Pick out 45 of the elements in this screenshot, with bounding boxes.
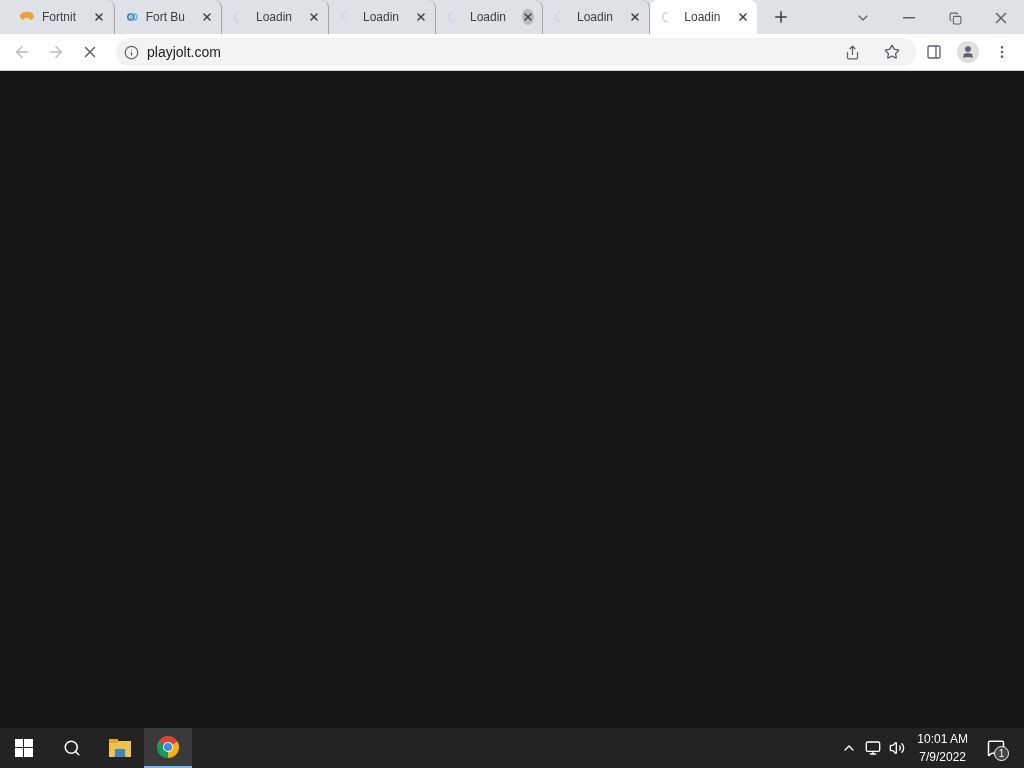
tab-title: Loadin [576,10,613,24]
tab-title: Loadin [684,10,721,24]
close-icon [629,11,641,23]
close-icon [201,11,213,23]
tab-title: Loadin [469,10,506,24]
close-icon [736,11,749,23]
close-tab-button[interactable] [522,9,534,25]
side-panel-icon [926,44,942,60]
folder-icon [109,739,131,757]
address-bar[interactable]: playjolt.com [116,38,916,66]
browser-logo [157,736,179,758]
message-icon [987,739,1005,757]
monitor-icon [865,740,882,756]
share-icon [844,44,860,60]
spinner-icon [555,10,561,24]
tab-title: Loadin [362,10,399,24]
search-icon [63,739,81,757]
minimize-icon [903,17,915,19]
clock[interactable]: 10:01 AM 7/9/2022 [909,730,976,766]
speaker-icon [889,740,906,756]
close-icon [415,11,427,23]
notification-badge: 1 [994,746,1009,761]
url-text: playjolt.com [147,44,222,60]
link-icon [127,12,138,22]
spinner-icon [448,10,454,24]
close-icon [308,11,320,23]
chrome-button[interactable] [144,728,192,768]
tab-title: Loadin [255,10,292,24]
spinner-icon [662,10,669,24]
mushroom-icon [20,10,34,24]
tab-title: Fortnit [42,10,76,24]
star-icon [884,44,900,60]
plus-icon [772,8,790,26]
browser-tab[interactable]: Loadin [650,0,757,34]
info-icon [124,44,139,60]
avatar-icon [957,41,979,63]
spinner-icon [234,10,240,24]
forward-arrow-icon [47,43,65,61]
spinner-icon [341,10,347,24]
restore-icon [948,11,962,25]
close-icon [93,11,105,23]
close-icon [522,11,534,23]
notifications-button[interactable]: 1 [976,728,1016,768]
tab-title: Fort Bu [145,10,185,24]
windows-icon [15,739,33,757]
